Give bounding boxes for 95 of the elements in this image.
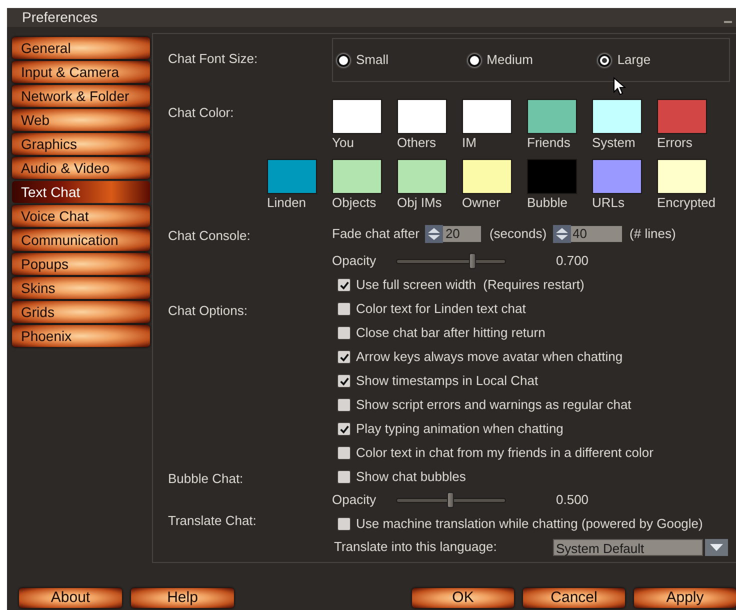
- unit-label: (seconds): [489, 225, 547, 244]
- checkbox-label: Arrow keys always move avatar when chatting: [356, 348, 623, 366]
- footer-button[interactable]: OK: [412, 588, 514, 608]
- checkbox[interactable]: [337, 517, 351, 531]
- checkbox[interactable]: [337, 398, 351, 412]
- swatch-label: IM: [462, 135, 476, 151]
- color-swatch[interactable]: [657, 99, 707, 134]
- window-title: Preferences: [22, 8, 98, 27]
- checkbox-label: Show chat bubbles: [356, 468, 466, 486]
- sidebar-tab[interactable]: Text Chat: [12, 181, 150, 203]
- slider-thumb[interactable]: [469, 253, 476, 269]
- swatch-label: Encrypted: [657, 195, 716, 211]
- checkbox[interactable]: [337, 470, 351, 484]
- sidebar-tab[interactable]: Graphics: [12, 133, 150, 155]
- checkbox-label: Use full screen width (Requires restart): [356, 276, 584, 294]
- sidebar-tab[interactable]: General: [12, 37, 150, 59]
- color-swatch[interactable]: [332, 99, 382, 134]
- sidebar-tab[interactable]: Audio & Video: [12, 157, 150, 179]
- checkbox[interactable]: [337, 446, 351, 460]
- checkbox-label: Play typing animation when chatting: [356, 420, 564, 438]
- sidebar-tab[interactable]: Grids: [12, 301, 150, 323]
- sidebar-tab[interactable]: Communication: [12, 229, 150, 251]
- swatch-label: Friends: [527, 135, 570, 151]
- section-label: Chat Color:: [168, 105, 234, 120]
- swatch-label: Errors: [657, 135, 692, 151]
- slider-label: Opacity: [332, 252, 378, 270]
- radio-label: Medium: [486, 51, 533, 70]
- slider-value: 0.700: [556, 252, 589, 270]
- color-swatch[interactable]: [462, 159, 512, 194]
- swatch-label: You: [332, 135, 354, 151]
- checkbox-label: Show script errors and warnings as regular chat: [356, 396, 632, 414]
- color-swatch[interactable]: [527, 99, 577, 134]
- color-swatch[interactable]: [657, 159, 707, 194]
- section-label: Chat Options:: [168, 303, 248, 318]
- swatch-label: Obj IMs: [397, 195, 442, 211]
- section-label: Bubble Chat:: [168, 471, 244, 486]
- radio-label: Small: [356, 51, 389, 70]
- slider-value: 0.500: [556, 491, 589, 510]
- color-swatch[interactable]: [527, 159, 577, 194]
- language-dropdown[interactable]: System Default: [553, 538, 703, 556]
- color-swatch[interactable]: [267, 159, 317, 194]
- cursor-icon: [613, 77, 626, 96]
- number-field[interactable]: 20: [443, 226, 482, 242]
- color-swatch[interactable]: [397, 159, 447, 194]
- checkbox[interactable]: [337, 278, 351, 292]
- swatch-label: Linden: [267, 195, 306, 211]
- checkbox[interactable]: [337, 350, 351, 364]
- footer-button[interactable]: Cancel: [523, 588, 625, 608]
- color-swatch[interactable]: [592, 159, 642, 194]
- checkbox-label: Use machine translation while chatting (powered by Google): [356, 515, 703, 534]
- unit-label: (# lines): [630, 225, 676, 244]
- section-label: Translate Chat:: [168, 513, 256, 528]
- footer-button[interactable]: Help: [131, 588, 234, 608]
- swatch-label: System: [592, 135, 636, 151]
- sidebar-tab[interactable]: Popups: [12, 253, 150, 275]
- slider-thumb[interactable]: [447, 492, 454, 508]
- slider[interactable]: [396, 492, 506, 508]
- sidebar-tab[interactable]: Web: [12, 109, 150, 131]
- checkbox[interactable]: [337, 374, 351, 388]
- checkbox-label: Close chat bar after hitting return: [356, 324, 546, 342]
- language-label: Translate into this language:: [334, 538, 498, 556]
- checkbox-label: Color text in chat from my friends in a different color: [356, 444, 654, 462]
- section-label: Chat Font Size:: [168, 51, 258, 66]
- swatch-label: Others: [397, 135, 436, 151]
- sidebar-tab[interactable]: Skins: [12, 277, 150, 299]
- radio-button[interactable]: [337, 54, 350, 66]
- color-swatch[interactable]: [592, 99, 642, 134]
- minimize-icon[interactable]: [724, 20, 732, 22]
- checkbox[interactable]: [337, 422, 351, 436]
- swatch-label: Bubble: [527, 195, 568, 211]
- radio-label: Large: [617, 51, 651, 70]
- color-swatch[interactable]: [397, 99, 447, 134]
- color-swatch[interactable]: [462, 99, 512, 134]
- sidebar-tab[interactable]: Phoenix: [12, 325, 150, 347]
- checkbox-label: Show timestamps in Local Chat: [356, 372, 538, 390]
- radio-button[interactable]: [598, 54, 612, 66]
- section-label: Chat Console:: [168, 228, 250, 243]
- color-swatch[interactable]: [332, 159, 382, 194]
- slider[interactable]: [396, 253, 506, 269]
- spinner-arrows-icon[interactable]: [552, 225, 571, 243]
- footer-button[interactable]: Apply: [634, 588, 736, 608]
- number-field[interactable]: 40: [570, 226, 622, 242]
- checkbox-label: Color text for Linden text chat: [356, 300, 526, 318]
- checkbox[interactable]: [337, 302, 351, 316]
- swatch-label: Objects: [332, 195, 376, 211]
- footer-button[interactable]: About: [19, 588, 122, 608]
- sidebar-tab[interactable]: Input & Camera: [12, 61, 150, 83]
- radio-button[interactable]: [468, 54, 481, 66]
- checkbox[interactable]: [337, 326, 351, 340]
- sidebar-tab[interactable]: Network & Folder: [12, 85, 150, 107]
- swatch-label: Owner: [462, 195, 500, 211]
- fade-label: Fade chat after: [332, 225, 420, 244]
- slider-label: Opacity: [332, 491, 378, 510]
- swatch-label: URLs: [592, 195, 625, 211]
- sidebar-tab[interactable]: Voice Chat: [12, 205, 150, 227]
